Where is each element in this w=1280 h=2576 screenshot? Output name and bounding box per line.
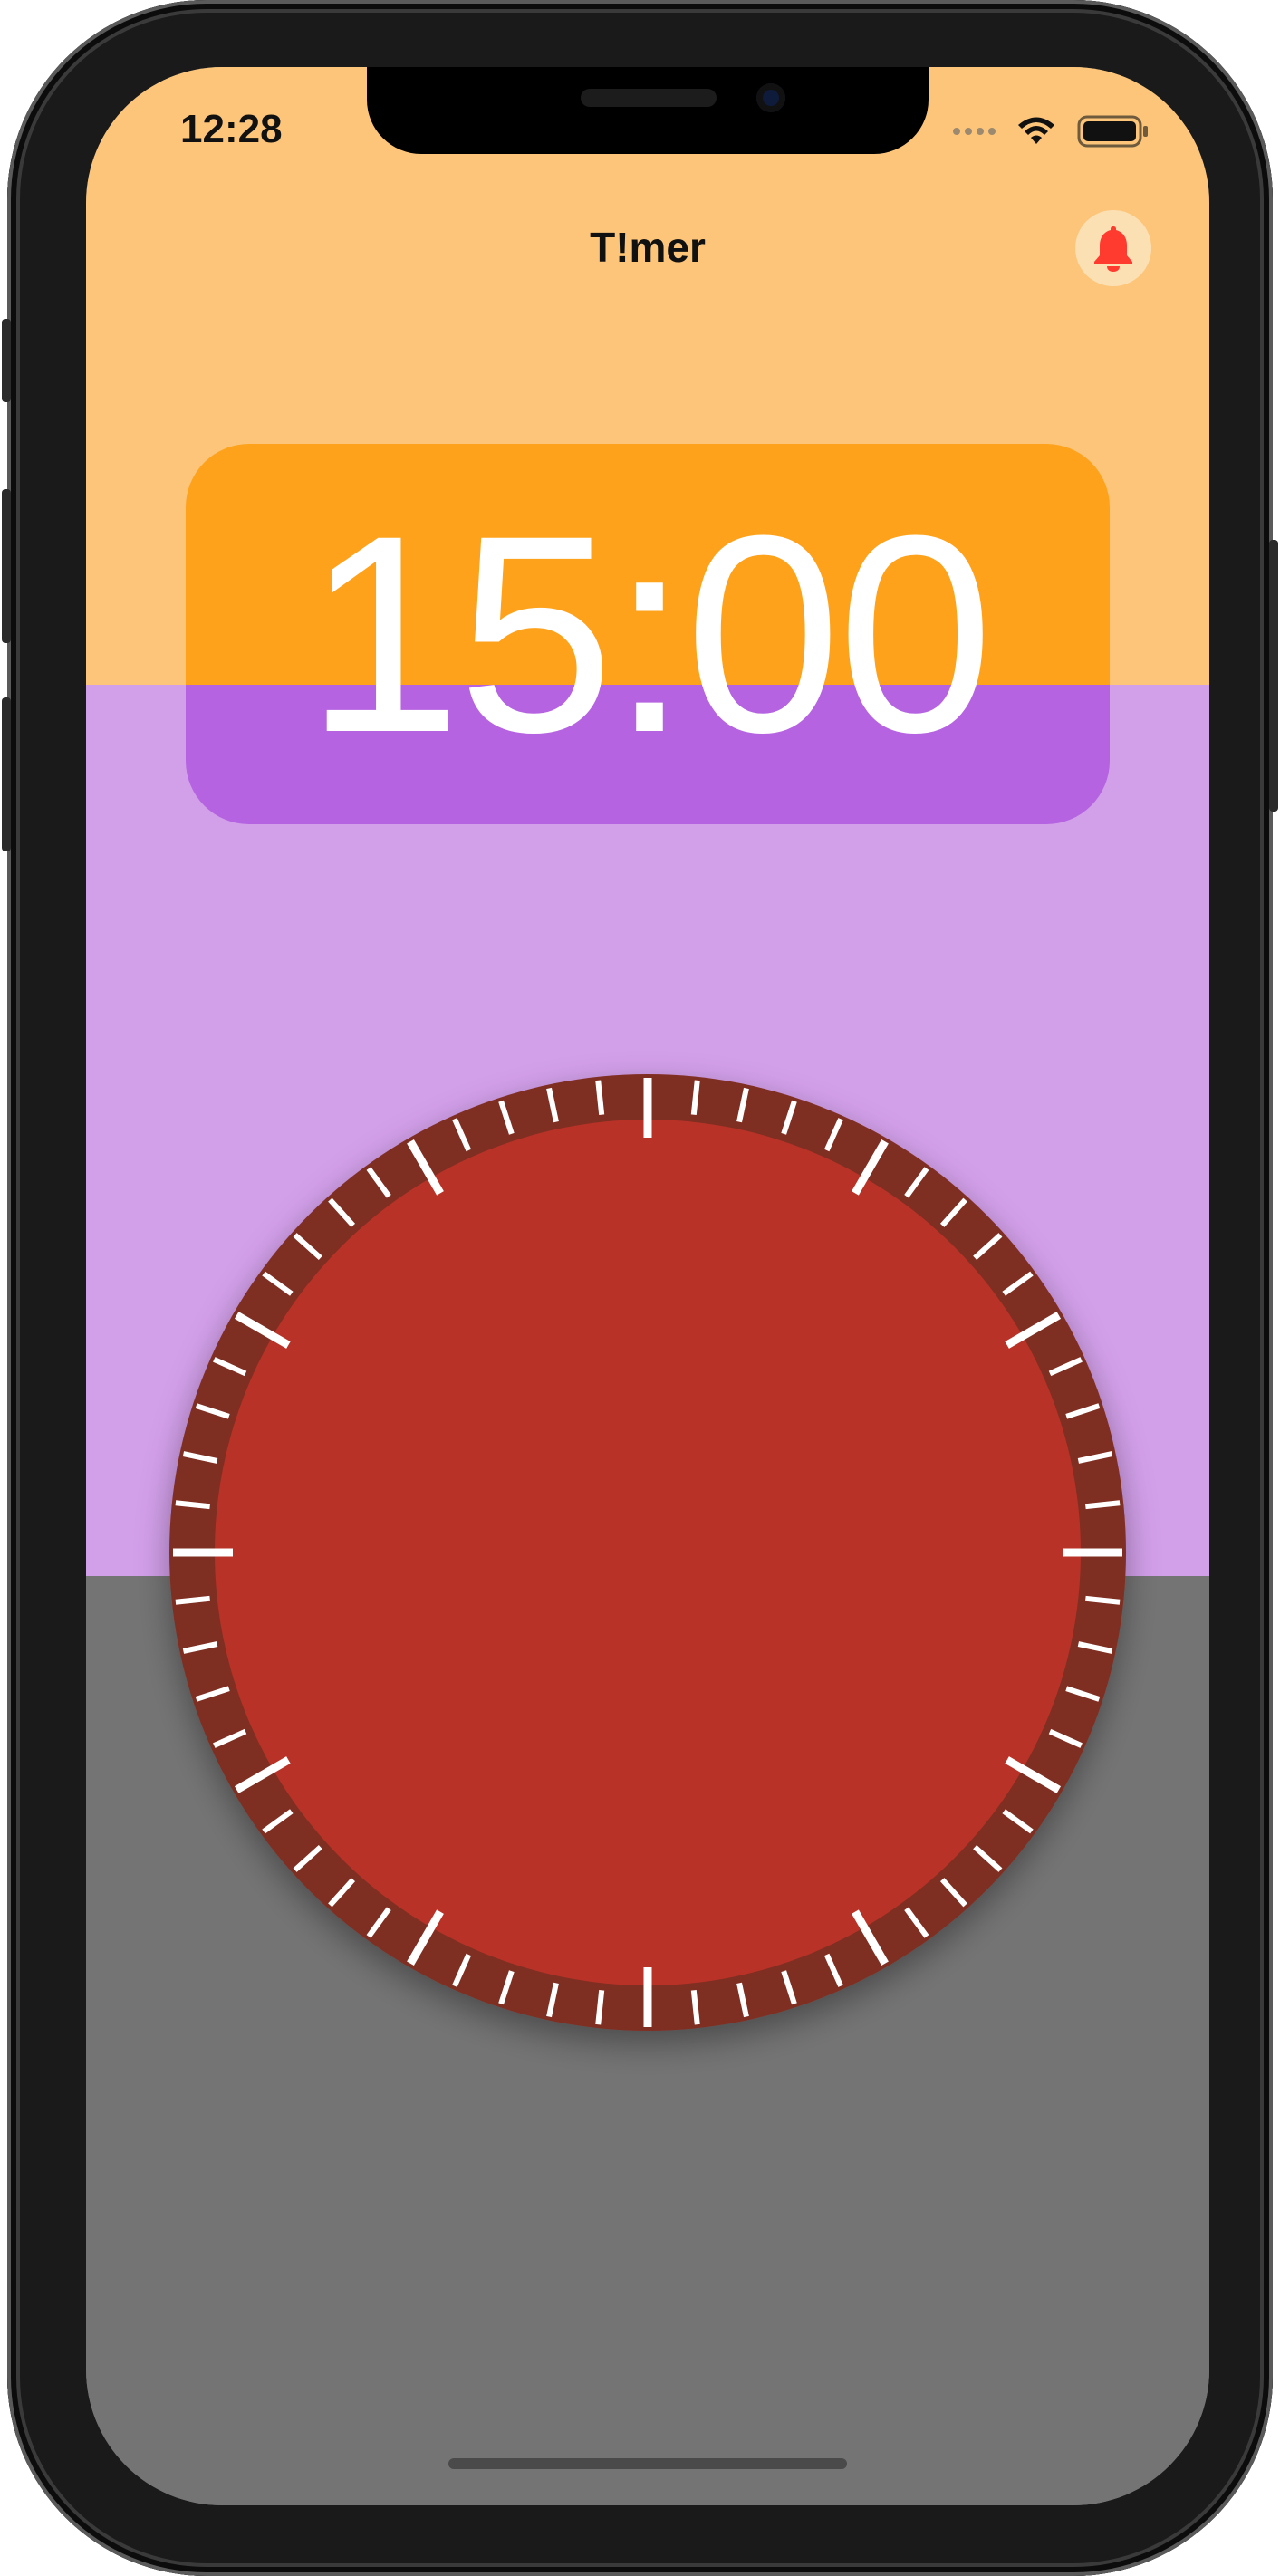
timer-dial[interactable] <box>169 1074 1126 2031</box>
status-time: 12:28 <box>180 107 283 151</box>
app-screen: 12:28 T!mer 15:00 <box>86 67 1209 2505</box>
volume-down-button <box>2 697 11 851</box>
dial-minor-tick <box>595 1080 605 1115</box>
bell-icon <box>1094 226 1132 272</box>
nav-title: T!mer <box>590 224 706 271</box>
mute-switch <box>2 319 11 402</box>
wifi-icon <box>1018 117 1054 144</box>
timer-display: 15:00 <box>305 476 994 791</box>
dial-minor-tick <box>595 1990 605 2025</box>
volume-up-button <box>2 489 11 643</box>
phone-frame: 12:28 T!mer 15:00 <box>2 0 1278 2576</box>
power-button <box>1269 540 1278 812</box>
earpiece-speaker <box>581 89 717 107</box>
home-indicator[interactable] <box>448 2458 847 2469</box>
dial-minor-tick <box>1085 1595 1121 1605</box>
dial-minor-tick <box>690 1080 700 1115</box>
dial-face[interactable] <box>215 1120 1081 1985</box>
status-indicators <box>953 109 1150 154</box>
dial-minor-tick <box>690 1990 700 2025</box>
dial-minor-tick <box>175 1595 210 1605</box>
timer-display-card: 15:00 <box>186 444 1110 824</box>
dial-minor-tick <box>1085 1500 1121 1510</box>
dial-graphic <box>169 1074 1126 2031</box>
dial-minor-tick <box>175 1500 210 1510</box>
notch <box>367 67 929 154</box>
front-camera <box>756 83 785 112</box>
battery-icon <box>1077 115 1148 148</box>
alarm-button[interactable] <box>1075 210 1151 286</box>
signal-icon <box>953 128 996 135</box>
